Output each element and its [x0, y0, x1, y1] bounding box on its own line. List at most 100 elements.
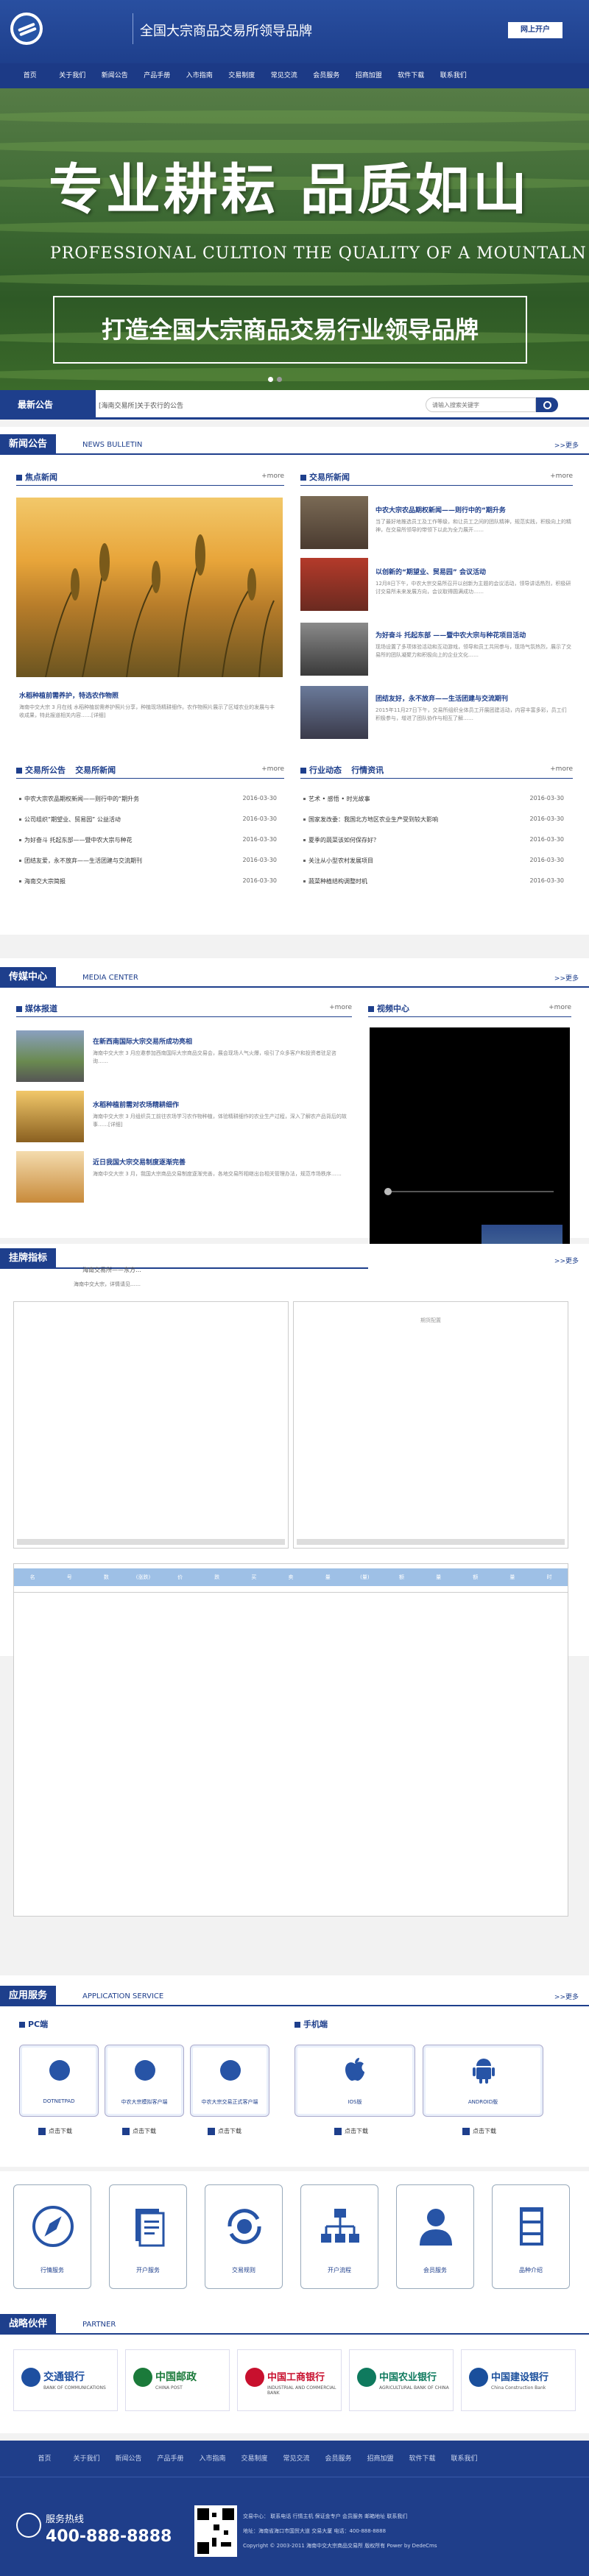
media-item-title[interactable]: 在新西南国际大宗交易所成功亮相: [93, 1036, 192, 1046]
news-item-title[interactable]: 以创新的“期望业、贸易园” 会议活动: [375, 567, 486, 576]
app-ios[interactable]: IOS版: [294, 2045, 415, 2117]
footer-nav-item[interactable]: 联系我们: [443, 2441, 485, 2477]
news-thumb[interactable]: [300, 558, 368, 611]
more-link[interactable]: >>更多: [554, 1992, 579, 2001]
download-link[interactable]: 点击下载: [122, 2127, 156, 2135]
carousel-dot[interactable]: [268, 377, 273, 382]
bulletin-tab[interactable]: 交易所公告: [25, 765, 66, 775]
nav-item[interactable]: 首页: [9, 63, 52, 88]
bulletin-tab[interactable]: 交易所新闻: [75, 765, 116, 775]
more-link[interactable]: +more: [550, 765, 573, 773]
more-link[interactable]: >>更多: [554, 1256, 579, 1265]
square-icon: [16, 768, 22, 774]
more-link[interactable]: >>更多: [554, 973, 579, 983]
news-item-title[interactable]: 团结友好，永不放弃——生活团建与交流期刊: [375, 693, 508, 703]
nav-item[interactable]: 入市指南: [178, 63, 221, 88]
nav-item[interactable]: 会员服务: [306, 63, 348, 88]
download-link[interactable]: 点击下载: [208, 2127, 241, 2135]
footer-nav-item[interactable]: 首页: [24, 2441, 66, 2477]
footer-nav-item[interactable]: 产品手册: [149, 2441, 191, 2477]
open-account-button[interactable]: 网上开户: [508, 22, 562, 38]
footer-nav-item[interactable]: 关于我们: [66, 2441, 107, 2477]
media-thumb[interactable]: [16, 1091, 84, 1142]
focus-caption[interactable]: 水稻种植前需养护，特选农作物照: [19, 690, 119, 700]
focus-news-header: 焦点新闻 +more: [16, 471, 284, 486]
list-item[interactable]: 为好奋斗 托起东部——暨中农大宗与种花 2016-03-30: [19, 836, 277, 846]
media-item-title[interactable]: 水稻种植前需对农场精耕细作: [93, 1100, 179, 1109]
footer-nav-item[interactable]: 会员服务: [317, 2441, 359, 2477]
bank-logo-icon: [245, 2368, 264, 2387]
list-item[interactable]: 国家发改委：我国北方地区农业生产受到较大影响 2016-03-30: [303, 815, 564, 826]
nav-item[interactable]: 产品手册: [136, 63, 179, 88]
list-item[interactable]: 关注从小型农村发展项目 2016-03-30: [303, 857, 564, 867]
nav-item[interactable]: 关于我们: [52, 63, 94, 88]
nav-item[interactable]: 招商加盟: [348, 63, 390, 88]
search-input[interactable]: [426, 397, 536, 412]
industry-tab[interactable]: 行情资讯: [351, 765, 384, 775]
footer-nav-item[interactable]: 软件下载: [401, 2441, 443, 2477]
media-thumb[interactable]: [16, 1030, 84, 1082]
service-open-account[interactable]: 开户服务: [109, 2184, 187, 2289]
more-link[interactable]: +more: [549, 1004, 571, 1011]
hero-banner[interactable]: 专业耕耘 品质如山 PROFESSIONAL CULTION THE QUALI…: [0, 88, 589, 390]
video-title: 视频中心: [377, 1004, 409, 1013]
news-thumb[interactable]: [300, 496, 368, 549]
site-logo[interactable]: [10, 13, 43, 45]
partner-icbc[interactable]: 中国工商银行 INDUSTRIAL AND COMMERCIAL BANK: [237, 2349, 342, 2411]
more-link[interactable]: +more: [261, 473, 284, 480]
footer-nav-item[interactable]: 入市指南: [191, 2441, 233, 2477]
nav-item[interactable]: 新闻公告: [94, 63, 136, 88]
list-item[interactable]: 蔬菜种植结构调整时机 2016-03-30: [303, 877, 564, 888]
service-member[interactable]: 会员服务: [396, 2184, 474, 2289]
nav-item[interactable]: 常见交流: [263, 63, 306, 88]
download-link[interactable]: 点击下载: [334, 2127, 368, 2135]
partner-ccb[interactable]: 中国建设银行 China Construction Bank: [461, 2349, 576, 2411]
footer-nav-item[interactable]: 新闻公告: [107, 2441, 149, 2477]
list-item[interactable]: 夏季的蔬菜该如何保存好？ 2016-03-30: [303, 836, 564, 846]
service-market-info[interactable]: 行情服务: [13, 2184, 91, 2289]
download-link[interactable]: 点击下载: [462, 2127, 496, 2135]
media-report-title: 媒体报道: [25, 1004, 57, 1013]
more-link[interactable]: +more: [329, 1004, 352, 1011]
nav-item[interactable]: 交易制度: [221, 63, 264, 88]
app-simulation-client[interactable]: 中农大宗模拟客户端: [105, 2045, 184, 2117]
kline-chart-right[interactable]: 期货配置: [293, 1301, 568, 1549]
list-item[interactable]: 艺术 • 感悟 • 时光故事 2016-03-30: [303, 795, 564, 805]
nav-item[interactable]: 软件下载: [390, 63, 433, 88]
list-item[interactable]: 团结友爱，永不放弃——生活团建与交流期刊 2016-03-30: [19, 857, 277, 867]
footer-nav-item[interactable]: 招商加盟: [359, 2441, 401, 2477]
footer-nav-item[interactable]: 交易制度: [233, 2441, 275, 2477]
announcement-text[interactable]: [海南交易所]关于农行的公告: [99, 400, 183, 410]
download-link[interactable]: 点击下载: [38, 2127, 72, 2135]
media-item-title[interactable]: 近日我国大宗交易制度逐渐完善: [93, 1157, 186, 1167]
more-link[interactable]: >>更多: [554, 440, 579, 450]
more-link[interactable]: +more: [550, 473, 573, 480]
service-trading-rules[interactable]: 交易规则: [205, 2184, 283, 2289]
search-icon[interactable]: [536, 397, 558, 412]
industry-tab[interactable]: 行业动态: [309, 765, 342, 775]
app-trading-client[interactable]: 中农大宗交易正式客户端: [190, 2045, 269, 2117]
news-thumb[interactable]: [300, 623, 368, 676]
focus-image[interactable]: [16, 498, 283, 677]
service-account-flow[interactable]: 开户流程: [300, 2184, 378, 2289]
partner-abc[interactable]: 中国农业银行 AGRICULTURAL BANK OF CHINA: [349, 2349, 454, 2411]
media-thumb[interactable]: [16, 1151, 84, 1203]
more-link[interactable]: +more: [261, 765, 284, 773]
news-thumb[interactable]: [300, 686, 368, 739]
play-icon[interactable]: [384, 1188, 392, 1195]
news-item-title[interactable]: 中农大宗农品期权新闻——则行中的“期升务: [375, 505, 506, 514]
app-dotnetpad[interactable]: DOTNETPAD: [19, 2045, 99, 2117]
partner-bank-of-communications[interactable]: 交通银行 BANK OF COMMUNICATIONS: [13, 2349, 118, 2411]
list-item[interactable]: 中农大宗农品期权新闻——则行中的“期升务 2016-03-30: [19, 795, 277, 805]
partner-china-post[interactable]: 中国邮政 CHINA POST: [125, 2349, 230, 2411]
app-android[interactable]: ANDROID版: [423, 2045, 543, 2117]
kline-chart-left[interactable]: [13, 1301, 289, 1549]
nav-item[interactable]: 联系我们: [432, 63, 475, 88]
service-product-intro[interactable]: 品种介绍: [492, 2184, 570, 2289]
carousel-dot[interactable]: [277, 377, 282, 382]
media-item-desc: 海南中交大宗 3 月应邀参加西南国际大宗商品交易会，展会现场人气火爆，吸引了众多…: [93, 1050, 336, 1064]
footer-nav-item[interactable]: 常见交流: [275, 2441, 317, 2477]
list-item[interactable]: 公司组织“期望业、贸易园” 公益活动 2016-03-30: [19, 815, 277, 826]
news-item-title[interactable]: 为好奋斗 托起东部 ——暨中农大宗与种花项目活动: [375, 630, 526, 640]
list-item[interactable]: 海南交大宗简报 2016-03-30: [19, 877, 277, 888]
